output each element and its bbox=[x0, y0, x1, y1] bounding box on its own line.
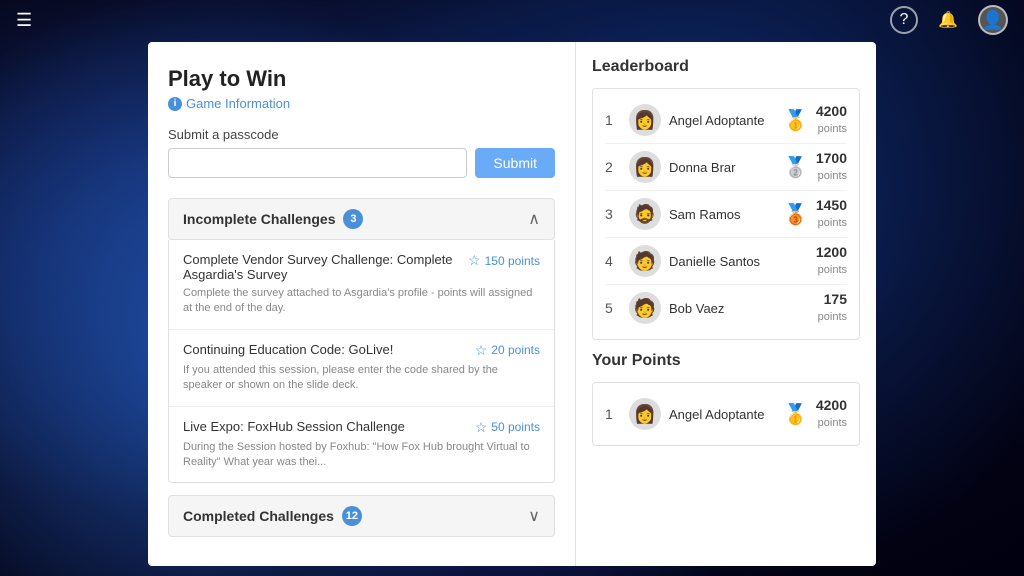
passcode-input[interactable] bbox=[168, 148, 467, 178]
challenge-desc: Complete the survey attached to Asgardia… bbox=[183, 286, 540, 317]
bell-icon[interactable]: 🔔 bbox=[934, 6, 962, 34]
leaderboard-row: 5 🧑 Bob Vaez 175 points bbox=[605, 285, 847, 331]
lb-name: Sam Ramos bbox=[669, 207, 775, 222]
yourpoints-card: 1 👩 Angel Adoptante 🥇 4200 points bbox=[592, 382, 860, 446]
lb-points-num: 4200 bbox=[816, 397, 847, 413]
challenge-desc: During the Session hosted by Foxhub: "Ho… bbox=[183, 440, 540, 471]
hamburger-icon[interactable]: ☰ bbox=[16, 10, 32, 31]
completed-challenges-header[interactable]: Completed Challenges 12 ∨ bbox=[168, 495, 555, 537]
leaderboard-row: 1 👩 Angel Adoptante 🥇 4200 points bbox=[605, 97, 847, 144]
challenge-title: Live Expo: FoxHub Session Challenge bbox=[183, 419, 467, 434]
yourpoints-title: Your Points bbox=[592, 352, 860, 370]
challenge-title: Complete Vendor Survey Challenge: Comple… bbox=[183, 252, 460, 282]
lb-rank: 1 bbox=[605, 112, 621, 128]
left-panel: Play to Win i Game Information Submit a … bbox=[148, 42, 576, 566]
incomplete-badge: 3 bbox=[343, 209, 363, 229]
lb-avatar: 👩 bbox=[629, 104, 661, 136]
lb-rank: 2 bbox=[605, 159, 621, 175]
leaderboard-row: 2 👩 Donna Brar 🥈 1700 points bbox=[605, 144, 847, 191]
lb-avatar: 👩 bbox=[629, 398, 661, 430]
challenge-points: ☆ 20 points bbox=[475, 342, 540, 359]
leaderboard-title: Leaderboard bbox=[592, 58, 860, 76]
topbar: ☰ ? 🔔 👤 bbox=[0, 0, 1024, 40]
challenge-item[interactable]: Complete Vendor Survey Challenge: Comple… bbox=[169, 240, 554, 330]
lb-points-num: 1200 bbox=[816, 244, 847, 260]
challenge-title: Continuing Education Code: GoLive! bbox=[183, 342, 467, 357]
challenge-points: ☆ 50 points bbox=[475, 419, 540, 436]
lb-points-word: points bbox=[818, 311, 847, 323]
leaderboard-row: 1 👩 Angel Adoptante 🥇 4200 points bbox=[605, 391, 847, 437]
medal-icon: 🥇 bbox=[783, 108, 808, 133]
passcode-label: Submit a passcode bbox=[168, 127, 555, 142]
medal-icon: 🥉 bbox=[783, 202, 808, 227]
lb-points-col: 1700 points bbox=[816, 150, 847, 184]
leaderboard-row: 4 🧑 Danielle Santos 1200 points bbox=[605, 238, 847, 285]
challenge-item[interactable]: Live Expo: FoxHub Session Challenge ☆ 50… bbox=[169, 407, 554, 483]
submit-button[interactable]: Submit bbox=[475, 148, 555, 178]
game-info-link[interactable]: i Game Information bbox=[168, 96, 555, 111]
incomplete-challenges-section: Incomplete Challenges 3 ∧ Complete Vendo… bbox=[168, 198, 555, 483]
lb-points-num: 1450 bbox=[816, 197, 847, 213]
lb-points-word: points bbox=[818, 264, 847, 276]
challenge-points: ☆ 150 points bbox=[468, 252, 540, 269]
lb-points-word: points bbox=[818, 217, 847, 229]
lb-avatar: 👩 bbox=[629, 151, 661, 183]
lb-points-word: points bbox=[818, 123, 847, 135]
game-info-label: Game Information bbox=[186, 96, 290, 111]
leaderboard-card: 1 👩 Angel Adoptante 🥇 4200 points 2 👩 Do… bbox=[592, 88, 860, 340]
lb-avatar: 🧔 bbox=[629, 198, 661, 230]
lb-rank: 4 bbox=[605, 253, 621, 269]
completed-chevron-icon: ∨ bbox=[528, 506, 540, 526]
lb-avatar: 🧑 bbox=[629, 292, 661, 324]
incomplete-challenges-header[interactable]: Incomplete Challenges 3 ∧ bbox=[168, 198, 555, 240]
medal-icon: 🥈 bbox=[783, 155, 808, 180]
user-avatar-icon[interactable]: 👤 bbox=[978, 5, 1008, 35]
lb-name: Angel Adoptante bbox=[669, 407, 775, 422]
lb-name: Bob Vaez bbox=[669, 301, 778, 316]
lb-points-word: points bbox=[818, 417, 847, 429]
info-icon: i bbox=[168, 97, 182, 111]
completed-badge: 12 bbox=[342, 506, 362, 526]
incomplete-title: Incomplete Challenges bbox=[183, 211, 335, 227]
lb-points-num: 175 bbox=[818, 291, 847, 307]
main-container: Play to Win i Game Information Submit a … bbox=[148, 42, 876, 566]
star-icon: ☆ bbox=[475, 342, 488, 359]
leaderboard-row: 3 🧔 Sam Ramos 🥉 1450 points bbox=[605, 191, 847, 238]
lb-points-col: 4200 points bbox=[816, 103, 847, 137]
lb-name: Danielle Santos bbox=[669, 254, 776, 269]
lb-rank: 3 bbox=[605, 206, 621, 222]
incomplete-chevron-icon: ∧ bbox=[528, 209, 540, 229]
passcode-row: Submit bbox=[168, 148, 555, 178]
lb-points-num: 1700 bbox=[816, 150, 847, 166]
lb-points-col: 1450 points bbox=[816, 197, 847, 231]
lb-avatar: 🧑 bbox=[629, 245, 661, 277]
lb-points-word: points bbox=[818, 170, 847, 182]
right-panel: Leaderboard 1 👩 Angel Adoptante 🥇 4200 p… bbox=[576, 42, 876, 566]
challenge-desc: If you attended this session, please ent… bbox=[183, 363, 540, 394]
medal-icon: 🥇 bbox=[783, 402, 808, 427]
star-icon: ☆ bbox=[475, 419, 488, 436]
incomplete-challenges-list: Complete Vendor Survey Challenge: Comple… bbox=[168, 240, 555, 483]
lb-points-col: 4200 points bbox=[816, 397, 847, 431]
completed-challenges-section: Completed Challenges 12 ∨ bbox=[168, 495, 555, 537]
help-icon[interactable]: ? bbox=[890, 6, 918, 34]
page-title: Play to Win bbox=[168, 66, 555, 92]
lb-name: Donna Brar bbox=[669, 160, 775, 175]
star-icon: ☆ bbox=[468, 252, 481, 269]
lb-rank: 5 bbox=[605, 300, 621, 316]
lb-points-col: 175 points bbox=[818, 291, 847, 325]
lb-points-num: 4200 bbox=[816, 103, 847, 119]
lb-points-col: 1200 points bbox=[816, 244, 847, 278]
lb-name: Angel Adoptante bbox=[669, 113, 775, 128]
completed-title: Completed Challenges bbox=[183, 508, 334, 524]
challenge-item[interactable]: Continuing Education Code: GoLive! ☆ 20 … bbox=[169, 330, 554, 407]
lb-rank: 1 bbox=[605, 406, 621, 422]
